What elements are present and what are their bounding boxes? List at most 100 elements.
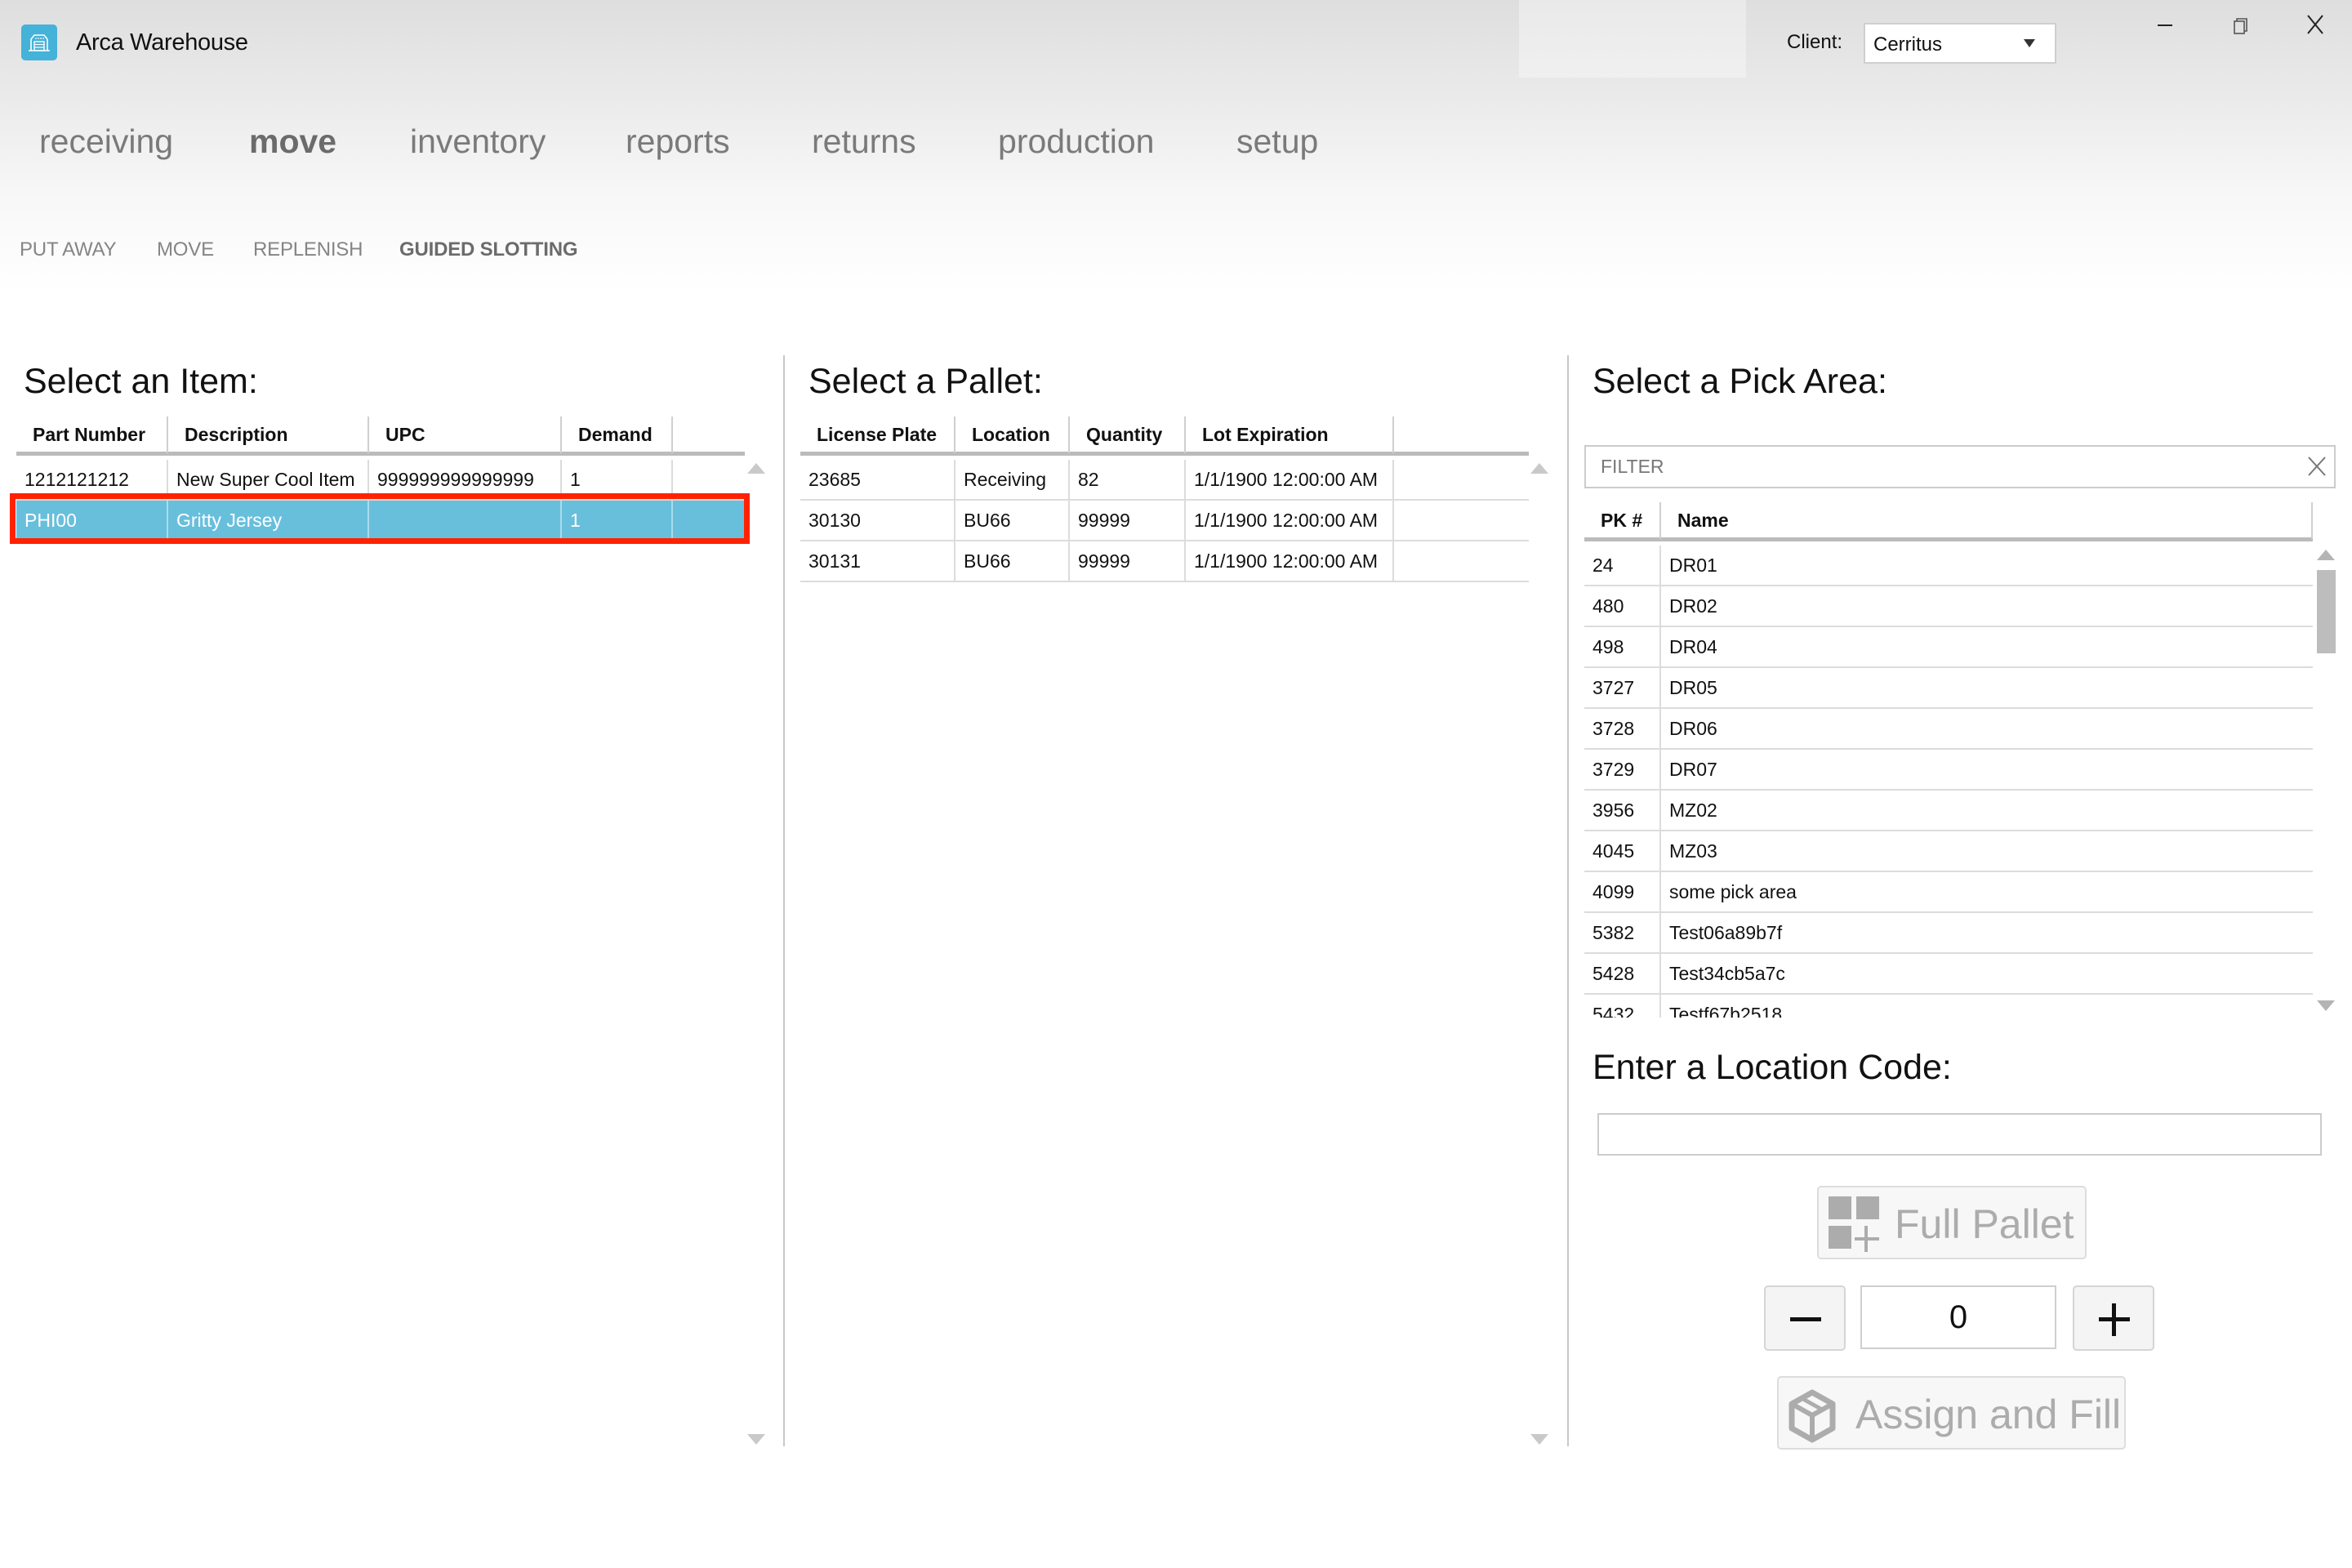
cell-pk: 3728 — [1584, 709, 1661, 748]
cell-location: Receiving — [956, 460, 1070, 499]
cell-pk: 4099 — [1584, 872, 1661, 911]
table-row[interactable]: 4099 some pick area — [1584, 872, 2313, 913]
cell-pk: 3729 — [1584, 750, 1661, 789]
nav-move[interactable]: move — [249, 122, 336, 161]
table-row[interactable]: 30130 BU66 99999 1/1/1900 12:00:00 AM — [800, 501, 1529, 541]
assign-and-fill-label: Assign and Fill — [1855, 1392, 2122, 1437]
pallets-panel-title: Select a Pallet: — [808, 362, 1043, 401]
nav-receiving[interactable]: receiving — [39, 122, 173, 161]
cell-name: some pick area — [1669, 881, 1797, 902]
table-row[interactable]: 24 DR01 — [1584, 546, 2313, 586]
column-header-quantity[interactable]: Quantity — [1070, 416, 1186, 453]
cell-filler — [1394, 501, 1529, 540]
pallets-scroll-down-arrow[interactable] — [1530, 1434, 1548, 1445]
table-row[interactable]: 3728 DR06 — [1584, 709, 2313, 750]
panel-divider — [1567, 355, 1569, 1446]
table-row[interactable]: 23685 Receiving 82 1/1/1900 12:00:00 AM — [800, 460, 1529, 501]
cell-name: Test06a89b7f — [1669, 922, 1783, 943]
table-row[interactable]: 3729 DR07 — [1584, 750, 2313, 791]
location-panel-title: Enter a Location Code: — [1592, 1048, 1952, 1087]
pick-area-scrollbar-thumb[interactable] — [2317, 570, 2336, 653]
filter-input[interactable] — [1586, 447, 2288, 487]
cell-lot-expiration: 1/1/1900 12:00:00 AM — [1186, 541, 1394, 581]
table-row[interactable]: 3956 MZ02 — [1584, 791, 2313, 831]
cell-pk: 5428 — [1584, 954, 1661, 993]
pick-area-panel-title: Select a Pick Area: — [1592, 362, 1887, 401]
selection-highlight-outline — [10, 493, 750, 544]
subnav-put-away[interactable]: PUT AWAY — [20, 238, 117, 261]
items-scroll-up-arrow[interactable] — [747, 463, 765, 474]
pallets-scroll-up-arrow[interactable] — [1530, 463, 1548, 474]
column-header-upc[interactable]: UPC — [369, 416, 562, 453]
nav-inventory[interactable]: inventory — [410, 122, 546, 161]
client-label: Client: — [1787, 31, 1843, 53]
location-code-input[interactable] — [1597, 1113, 2322, 1156]
minimize-icon — [2158, 24, 2172, 26]
cell-name: Testf67b2518 — [1669, 1004, 1783, 1018]
subnav-replenish[interactable]: REPLENISH — [253, 238, 363, 261]
decrement-button[interactable] — [1764, 1285, 1846, 1351]
box-icon — [1788, 1389, 1836, 1443]
cell-pk: 480 — [1584, 586, 1661, 626]
title-bar-drag-region — [1519, 0, 1746, 78]
cell-filler — [1394, 460, 1529, 499]
pick-area-grid-header: PK # Name — [1584, 502, 2313, 541]
table-row[interactable]: 30131 BU66 99999 1/1/1900 12:00:00 AM — [800, 541, 1529, 582]
cell-lot-expiration: 1/1/1900 12:00:00 AM — [1186, 460, 1394, 499]
restore-button[interactable] — [2215, 11, 2264, 44]
column-header-description[interactable]: Description — [168, 416, 369, 453]
cell-name: Test34cb5a7c — [1669, 963, 1785, 984]
cell-quantity: 99999 — [1070, 501, 1186, 540]
cell-name: MZ02 — [1669, 800, 1717, 821]
column-header-location[interactable]: Location — [956, 416, 1070, 453]
nav-setup[interactable]: setup — [1236, 122, 1318, 161]
cell-location: BU66 — [956, 501, 1070, 540]
cell-name: DR01 — [1669, 555, 1717, 576]
table-row[interactable]: 5428 Test34cb5a7c — [1584, 954, 2313, 995]
nav-reports[interactable]: reports — [626, 122, 730, 161]
cell-quantity: 82 — [1070, 460, 1186, 499]
cell-location: BU66 — [956, 541, 1070, 581]
items-scroll-down-arrow[interactable] — [747, 1434, 765, 1445]
column-header-name[interactable]: Name — [1661, 502, 2313, 539]
column-header-license-plate[interactable]: License Plate — [800, 416, 956, 453]
full-pallet-button[interactable]: Full Pallet — [1817, 1186, 2087, 1259]
column-header-lot-expiration[interactable]: Lot Expiration — [1186, 416, 1394, 453]
close-button[interactable] — [2290, 11, 2339, 44]
full-pallet-icon — [1829, 1196, 1879, 1252]
cell-pk: 24 — [1584, 546, 1661, 585]
column-header-pk[interactable]: PK # — [1584, 502, 1661, 539]
cell-pk: 5382 — [1584, 913, 1661, 952]
subnav-move[interactable]: MOVE — [157, 238, 214, 261]
client-dropdown[interactable]: Cerritus — [1864, 23, 2056, 64]
subnav-guided-slotting[interactable]: GUIDED SLOTTING — [399, 238, 578, 261]
pallets-grid: License Plate Location Quantity Lot Expi… — [800, 416, 1529, 621]
column-header-part-number[interactable]: Part Number — [16, 416, 168, 453]
items-grid: Part Number Description UPC Demand 12121… — [16, 416, 745, 1437]
minus-icon — [1790, 1317, 1821, 1321]
cell-lot-expiration: 1/1/1900 12:00:00 AM — [1186, 501, 1394, 540]
assign-and-fill-button[interactable]: Assign and Fill — [1777, 1376, 2126, 1450]
clear-filter-icon[interactable] — [2305, 454, 2329, 479]
minimize-button[interactable] — [2140, 11, 2189, 44]
cell-license-plate: 30131 — [800, 541, 956, 581]
table-row[interactable]: 3727 DR05 — [1584, 668, 2313, 709]
cell-license-plate: 23685 — [800, 460, 956, 499]
table-row[interactable]: 480 DR02 — [1584, 586, 2313, 627]
column-header-demand[interactable]: Demand — [562, 416, 673, 453]
table-row[interactable]: 4045 MZ03 — [1584, 831, 2313, 872]
table-row[interactable]: 5382 Test06a89b7f — [1584, 913, 2313, 954]
quantity-input[interactable] — [1860, 1285, 2056, 1349]
table-row[interactable]: 5432 Testf67b2518 — [1584, 995, 2313, 1018]
column-header-filler — [1394, 416, 1529, 453]
cell-pk: 5432 — [1584, 995, 1661, 1018]
pick-area-scroll-up-arrow[interactable] — [2317, 550, 2335, 560]
pick-area-scroll-down-arrow[interactable] — [2317, 1000, 2335, 1011]
cell-license-plate: 30130 — [800, 501, 956, 540]
nav-production[interactable]: production — [998, 122, 1154, 161]
client-selected-value: Cerritus — [1873, 33, 1943, 56]
cell-pk: 498 — [1584, 627, 1661, 666]
table-row[interactable]: 498 DR04 — [1584, 627, 2313, 668]
increment-button[interactable] — [2073, 1285, 2154, 1351]
nav-returns[interactable]: returns — [812, 122, 916, 161]
